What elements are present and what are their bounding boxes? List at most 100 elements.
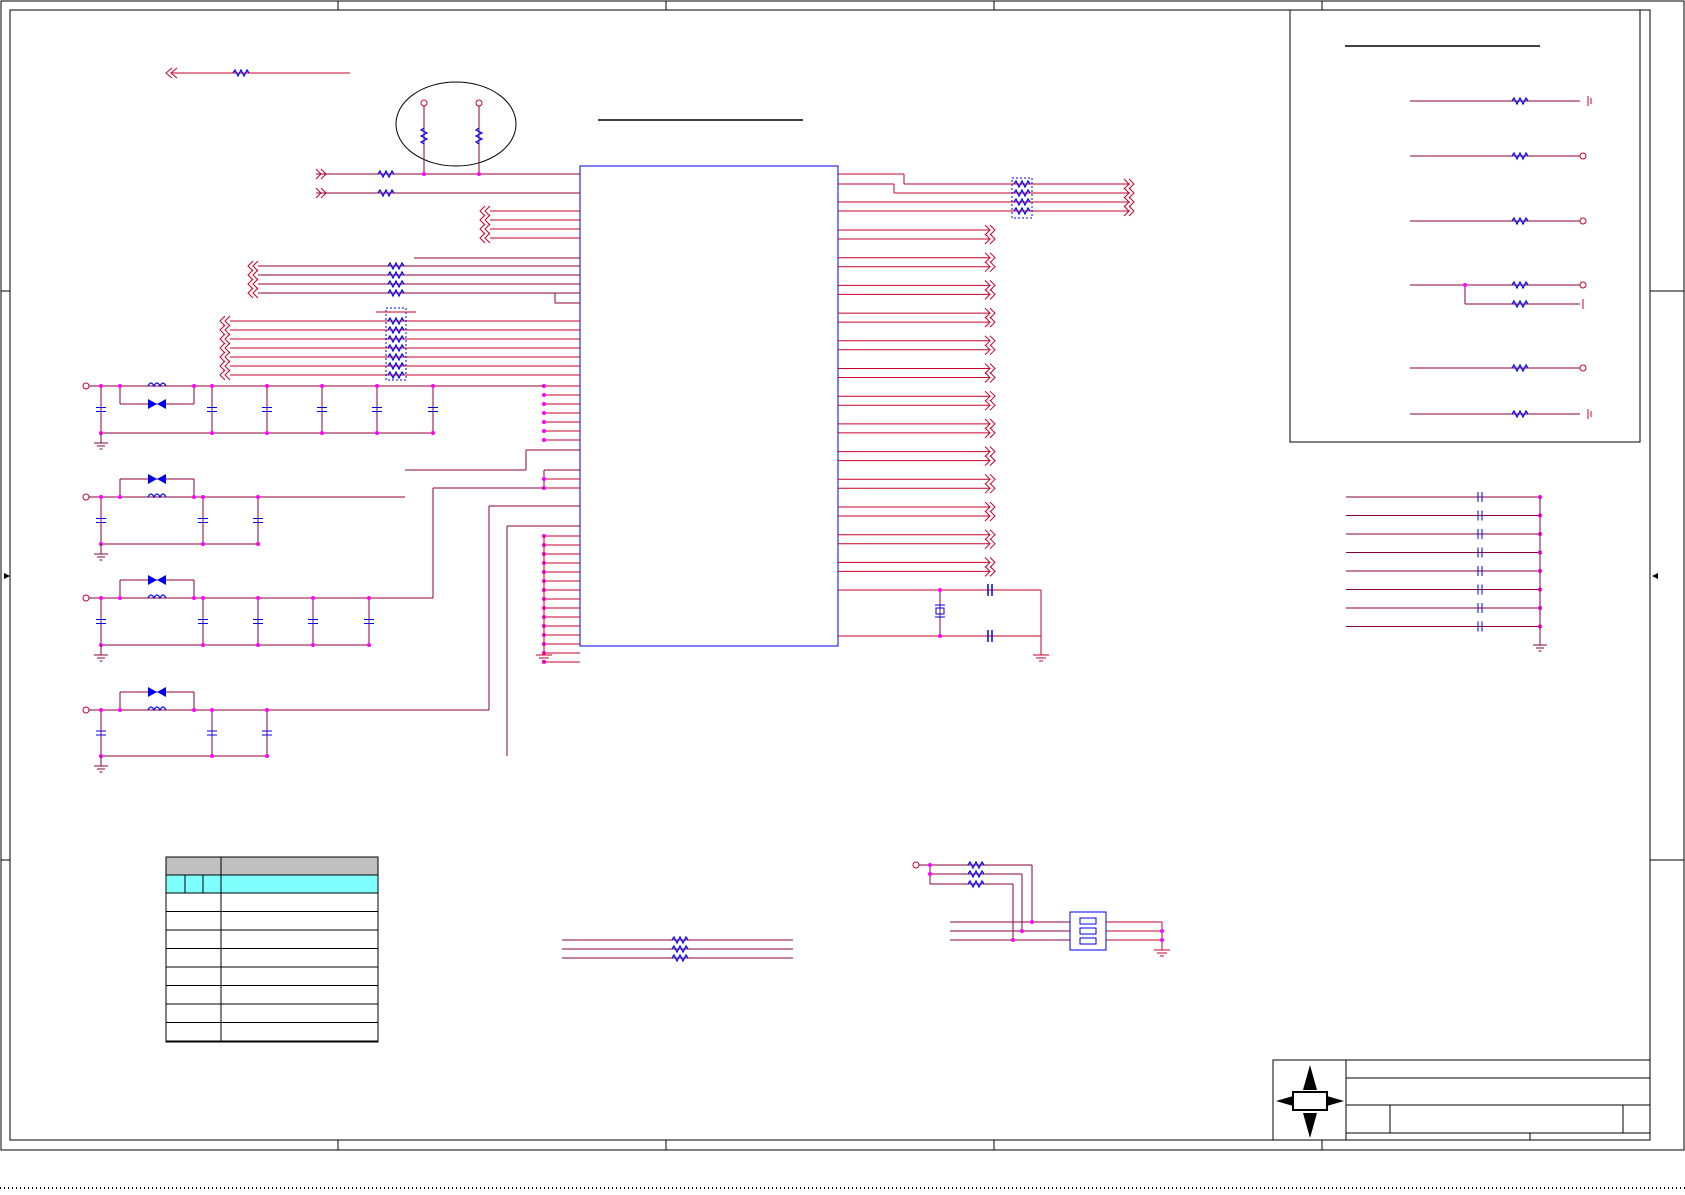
diode bbox=[148, 474, 157, 484]
offpage-connector bbox=[219, 315, 231, 327]
junction-dot bbox=[542, 438, 546, 442]
diode bbox=[157, 474, 166, 484]
chevron bbox=[989, 529, 996, 541]
offpage-connector bbox=[247, 260, 259, 272]
power-rail bbox=[82, 687, 489, 773]
chevron bbox=[989, 224, 996, 236]
chevron bbox=[989, 482, 996, 494]
chevron bbox=[252, 287, 259, 299]
chevron bbox=[224, 333, 231, 345]
junction-dot bbox=[542, 411, 546, 415]
chevron bbox=[484, 205, 491, 217]
power-output bbox=[1579, 217, 1587, 225]
chevron bbox=[989, 307, 996, 319]
chevron bbox=[224, 342, 231, 354]
junction-dot bbox=[375, 384, 379, 388]
junction-dot bbox=[210, 431, 214, 435]
junction-dot bbox=[118, 708, 122, 712]
chevron bbox=[247, 278, 254, 290]
chevron bbox=[989, 372, 996, 383]
chevron bbox=[247, 269, 254, 281]
chevron bbox=[989, 427, 996, 439]
center-arrow-left bbox=[4, 573, 1658, 579]
diode bbox=[148, 687, 157, 697]
junction-dot bbox=[265, 754, 269, 758]
junction-dot bbox=[311, 596, 315, 600]
junction-dot bbox=[118, 495, 122, 499]
chevron bbox=[989, 390, 996, 402]
ground-symbol bbox=[94, 765, 108, 773]
power-input bbox=[82, 382, 90, 390]
offpage-connector bbox=[219, 369, 231, 381]
junction-dot bbox=[192, 495, 196, 499]
junction-dot bbox=[1463, 283, 1467, 287]
junction-dot bbox=[367, 596, 371, 600]
chevron bbox=[219, 342, 226, 354]
chevron bbox=[219, 315, 226, 327]
chevron bbox=[989, 289, 996, 300]
chevron bbox=[224, 360, 231, 372]
sheet-frame bbox=[0, 0, 1685, 1151]
ground-symbol bbox=[94, 553, 108, 561]
junction-dot bbox=[542, 429, 546, 433]
offpage-connector bbox=[219, 351, 231, 363]
chevron bbox=[989, 538, 996, 550]
chevron bbox=[989, 335, 996, 347]
power-input bbox=[82, 493, 90, 501]
chevron bbox=[989, 399, 996, 411]
junction-dot bbox=[320, 384, 324, 388]
chevron bbox=[989, 455, 996, 466]
dip-switch[interactable] bbox=[912, 860, 1170, 957]
offpage-connector bbox=[219, 324, 231, 336]
chevron bbox=[989, 233, 996, 245]
power-output bbox=[1579, 364, 1587, 372]
chevron bbox=[219, 369, 226, 381]
offpage-connector bbox=[219, 360, 231, 372]
crystal-oscillator bbox=[838, 584, 1049, 662]
chevron bbox=[484, 232, 491, 244]
junction-dot bbox=[375, 431, 379, 435]
offpage-connector bbox=[219, 333, 231, 345]
junction-dot bbox=[118, 596, 122, 600]
chevron bbox=[989, 557, 996, 568]
chevron bbox=[989, 566, 996, 577]
junction-dot bbox=[201, 596, 205, 600]
junction-dot bbox=[256, 495, 260, 499]
diode bbox=[148, 575, 157, 585]
junction-dot bbox=[542, 477, 546, 481]
power-output bbox=[1579, 152, 1587, 160]
offpage-connector bbox=[247, 287, 259, 299]
chevron bbox=[989, 261, 996, 273]
offpage-connector bbox=[479, 232, 491, 244]
offpage-connector bbox=[479, 223, 491, 235]
power-input bbox=[82, 594, 90, 602]
main-ic[interactable] bbox=[579, 165, 839, 647]
bottom-resistor-array bbox=[562, 935, 793, 963]
chevron bbox=[989, 501, 996, 513]
junction-dot bbox=[422, 172, 426, 176]
chevron bbox=[219, 333, 226, 345]
chevron bbox=[989, 446, 996, 457]
resistor-config-box bbox=[1289, 9, 1641, 443]
chevron bbox=[252, 278, 259, 290]
top-left-resistor-net bbox=[165, 67, 350, 79]
chevron bbox=[224, 315, 231, 327]
junction-dot bbox=[210, 754, 214, 758]
diode bbox=[157, 575, 166, 585]
offpage-connector bbox=[219, 342, 231, 354]
junction-dot bbox=[265, 708, 269, 712]
power-rail bbox=[82, 382, 544, 450]
junction-dot bbox=[210, 708, 214, 712]
junction-dot bbox=[265, 384, 269, 388]
schematic-sheet bbox=[0, 0, 1685, 1191]
chevron bbox=[479, 214, 486, 226]
junction-dot bbox=[265, 431, 269, 435]
power-rail bbox=[82, 575, 433, 662]
offpage-connector bbox=[247, 269, 259, 281]
power-rails bbox=[82, 382, 544, 773]
offpage-connector bbox=[479, 205, 491, 217]
junction-dot bbox=[431, 384, 435, 388]
chevron bbox=[252, 269, 259, 281]
compass-logo-icon bbox=[1276, 1065, 1344, 1138]
chevron bbox=[224, 369, 231, 381]
